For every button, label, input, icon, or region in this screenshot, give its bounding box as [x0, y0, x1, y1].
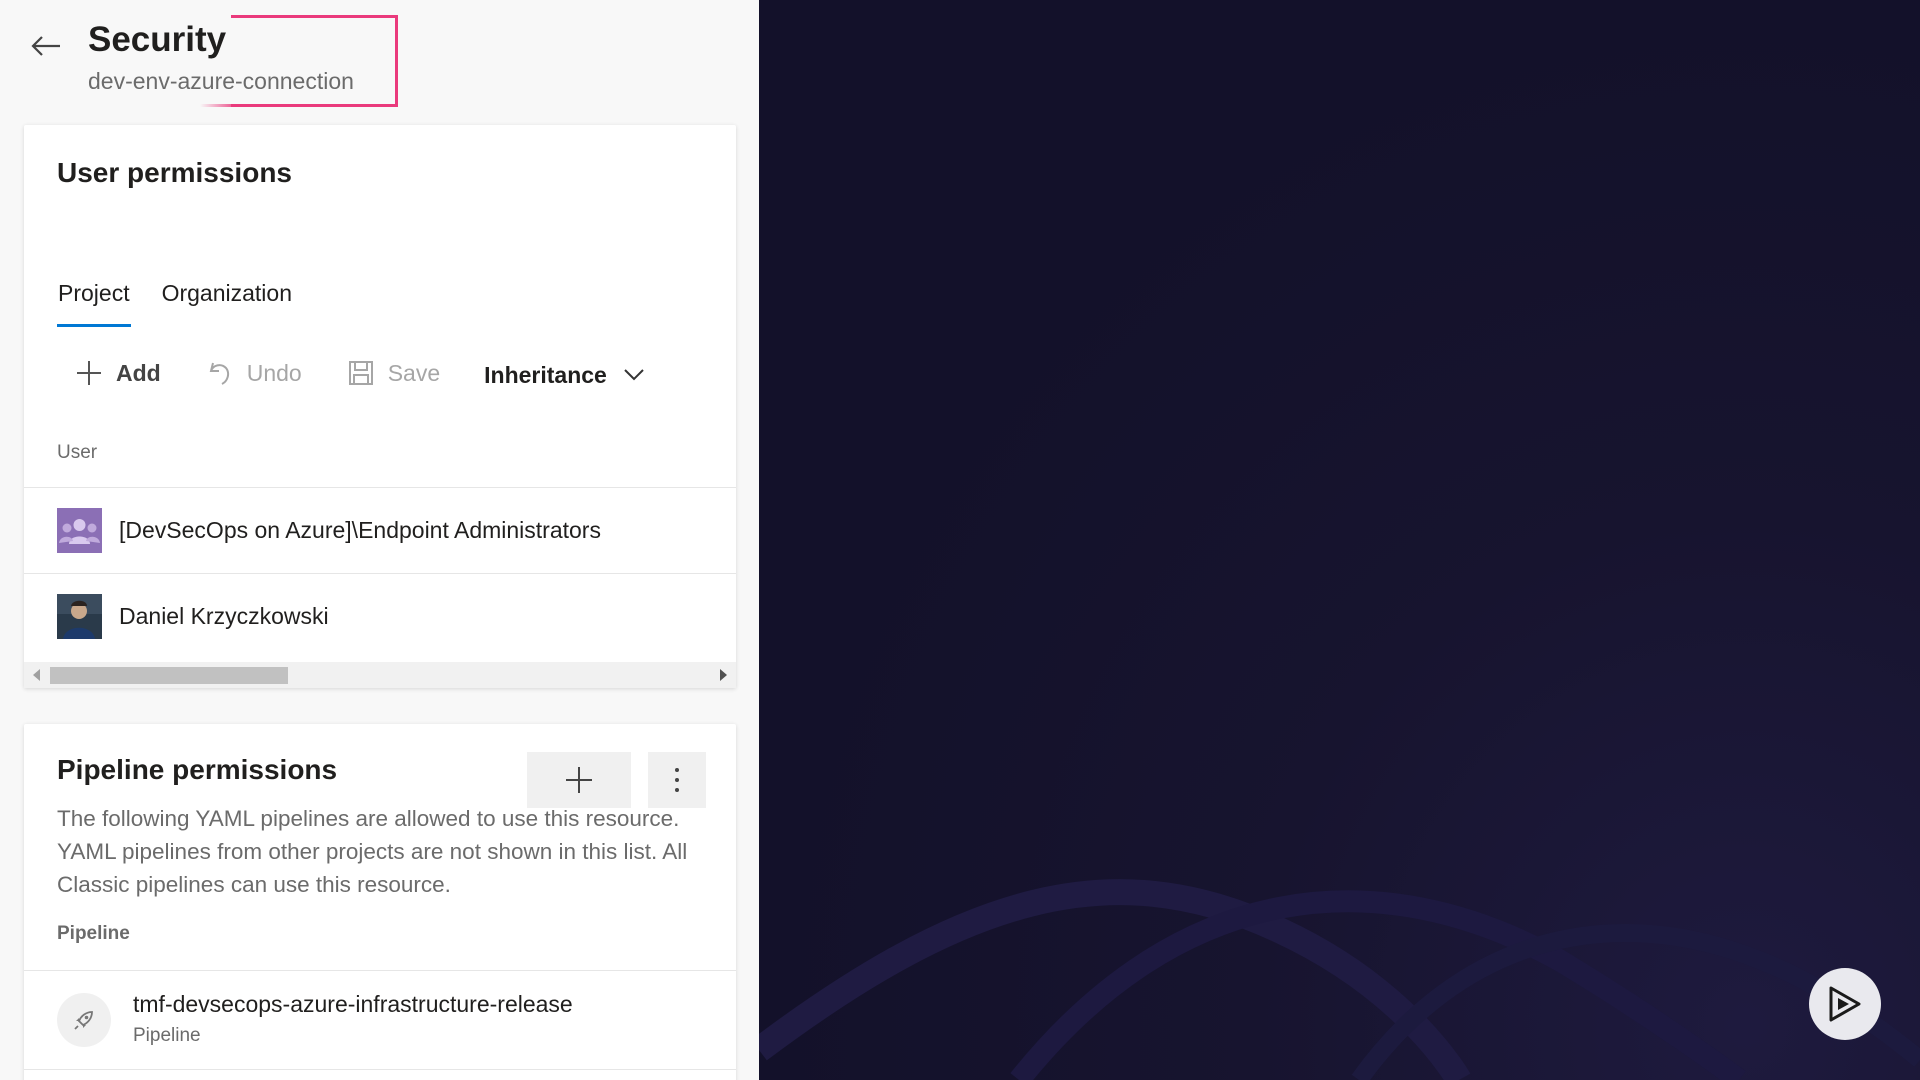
pipeline-permissions-description: The following YAML pipelines are allowed…: [57, 806, 688, 897]
inheritance-label: Inheritance: [484, 361, 607, 388]
scroll-right-icon[interactable]: [720, 669, 727, 681]
horizontal-scrollbar[interactable]: [24, 662, 736, 688]
plus-icon: [566, 767, 592, 793]
highlight-annotation: [231, 15, 398, 107]
add-pipeline-button[interactable]: [527, 752, 631, 808]
add-button[interactable]: Add: [74, 358, 161, 388]
user-row[interactable]: [DevSecOps on Azure]\Endpoint Administra…: [24, 487, 736, 573]
undo-button[interactable]: Undo: [205, 358, 302, 388]
tab-organization[interactable]: Organization: [161, 273, 293, 325]
more-options-button[interactable]: [648, 752, 706, 808]
save-icon: [346, 358, 376, 388]
pipeline-type: Pipeline: [133, 1025, 201, 1046]
undo-button-label: Undo: [246, 359, 302, 386]
pipeline-column-header: Pipeline: [57, 923, 130, 944]
play-icon: [1829, 986, 1861, 1022]
back-button[interactable]: [28, 28, 64, 64]
page-title: Security: [88, 20, 227, 59]
permissions-tabs: Project Organization: [57, 273, 293, 327]
scroll-left-icon[interactable]: [33, 669, 40, 681]
highlight-annotation-tail: [200, 104, 240, 107]
scrollbar-thumb[interactable]: [50, 667, 288, 684]
chevron-down-icon: [619, 360, 649, 390]
plus-icon: [74, 358, 104, 388]
user-name: Daniel Krzyczkowski: [119, 603, 329, 629]
save-button[interactable]: Save: [346, 358, 440, 388]
arrow-left-icon: [31, 36, 60, 56]
video-background: [759, 0, 1920, 1080]
user-column-header: User: [57, 442, 98, 463]
more-vertical-icon: [675, 768, 679, 792]
save-button-label: Save: [387, 359, 441, 386]
inheritance-dropdown[interactable]: Inheritance: [484, 360, 649, 390]
pipeline-permissions-title: Pipeline permissions: [57, 754, 338, 785]
rocket-icon: [57, 993, 111, 1047]
pipeline-name[interactable]: tmf-devsecops-azure-infrastructure-relea…: [133, 991, 573, 1018]
security-panel: Security dev-env-azure-connection User p…: [0, 0, 759, 1080]
user-permissions-card: User permissions Project Organization Ad…: [24, 125, 736, 688]
pipeline-row[interactable]: tmf-devsecops-azure-infrastructure-relea…: [24, 970, 736, 1070]
group-avatar-icon: [57, 508, 102, 553]
user-name: [DevSecOps on Azure]\Endpoint Administra…: [119, 517, 601, 543]
user-photo-avatar: [57, 594, 102, 639]
pipeline-permissions-card: Pipeline permissions The following YAML …: [24, 724, 736, 1080]
tab-project[interactable]: Project: [57, 273, 131, 327]
user-row[interactable]: Daniel Krzyczkowski: [24, 573, 736, 659]
background-curves: [759, 879, 1920, 1080]
undo-icon: [205, 358, 235, 388]
user-permissions-title: User permissions: [57, 157, 292, 188]
add-button-label: Add: [116, 359, 161, 386]
play-button[interactable]: [1809, 968, 1881, 1040]
permissions-toolbar: Add Undo Save Inheritance: [74, 353, 693, 393]
